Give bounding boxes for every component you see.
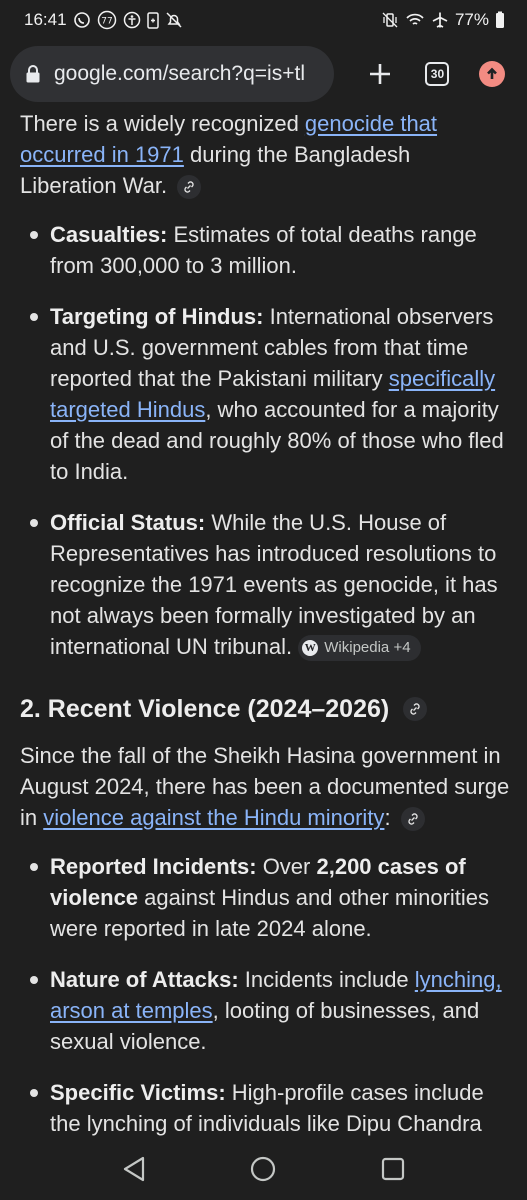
wikipedia-icon: W	[302, 640, 319, 657]
facts-list-1971: Casualties: Estimates of total deaths ra…	[20, 219, 510, 662]
back-icon[interactable]	[121, 1155, 147, 1183]
plus-icon	[370, 64, 391, 84]
list-item: Specific Victims: High-profile cases inc…	[20, 1077, 510, 1139]
browser-toolbar: google.com/search?q=is+tl 30	[0, 44, 527, 104]
violence-minority-link[interactable]: violence against the Hindu minority	[43, 805, 384, 830]
url-text[interactable]: google.com/search?q=is+tl	[54, 62, 305, 86]
vibrate-icon	[381, 11, 399, 29]
update-menu-button[interactable]	[468, 49, 517, 99]
link-icon[interactable]	[177, 175, 202, 200]
site-info-icon[interactable]	[24, 64, 42, 84]
battery-icon	[495, 11, 505, 29]
airplane-icon	[431, 11, 449, 29]
section-heading: 2. Recent Violence (2024–2026)	[20, 692, 510, 726]
ai-overview-content: There is a widely recognized genocide th…	[20, 108, 510, 1159]
address-bar[interactable]: google.com/search?q=is+tl	[10, 46, 334, 102]
list-item: Nature of Attacks: Incidents include lyn…	[20, 964, 510, 1057]
recent-violence-paragraph: Since the fall of the Sheikh Hasina gove…	[20, 743, 510, 832]
battery-percent: 77%	[454, 10, 489, 29]
whatsapp-icon	[73, 11, 91, 29]
intro-paragraph: There is a widely recognized genocide th…	[20, 111, 438, 200]
tab-count: 30	[425, 62, 450, 86]
accessibility-icon	[123, 11, 141, 29]
circle-77-icon: 77	[97, 10, 117, 30]
battery-saver-icon	[146, 11, 159, 29]
list-item: Casualties: Estimates of total deaths ra…	[20, 219, 510, 281]
clock: 16:41	[24, 10, 67, 29]
system-nav-bar	[0, 1138, 527, 1200]
facts-list-recent: Reported Incidents: Over 2,200 cases of …	[20, 851, 510, 1139]
list-item: Targeting of Hindus: International obser…	[20, 301, 510, 487]
list-item: Reported Incidents: Over 2,200 cases of …	[20, 851, 510, 944]
status-bar: 16:41 77 77%	[0, 0, 527, 40]
tab-switcher-button[interactable]: 30	[413, 49, 462, 99]
notifications-off-icon	[165, 11, 183, 29]
source-chip[interactable]: W Wikipedia +4	[298, 635, 421, 662]
svg-text:77: 77	[101, 17, 112, 27]
link-icon[interactable]	[403, 697, 428, 721]
home-icon[interactable]	[249, 1155, 277, 1183]
update-arrow-icon	[479, 61, 506, 87]
new-tab-button[interactable]	[356, 49, 405, 99]
wifi-icon	[405, 11, 425, 29]
list-item: Official Status: While the U.S. House of…	[20, 507, 510, 662]
recents-icon[interactable]	[380, 1156, 406, 1182]
link-icon[interactable]	[400, 807, 425, 832]
